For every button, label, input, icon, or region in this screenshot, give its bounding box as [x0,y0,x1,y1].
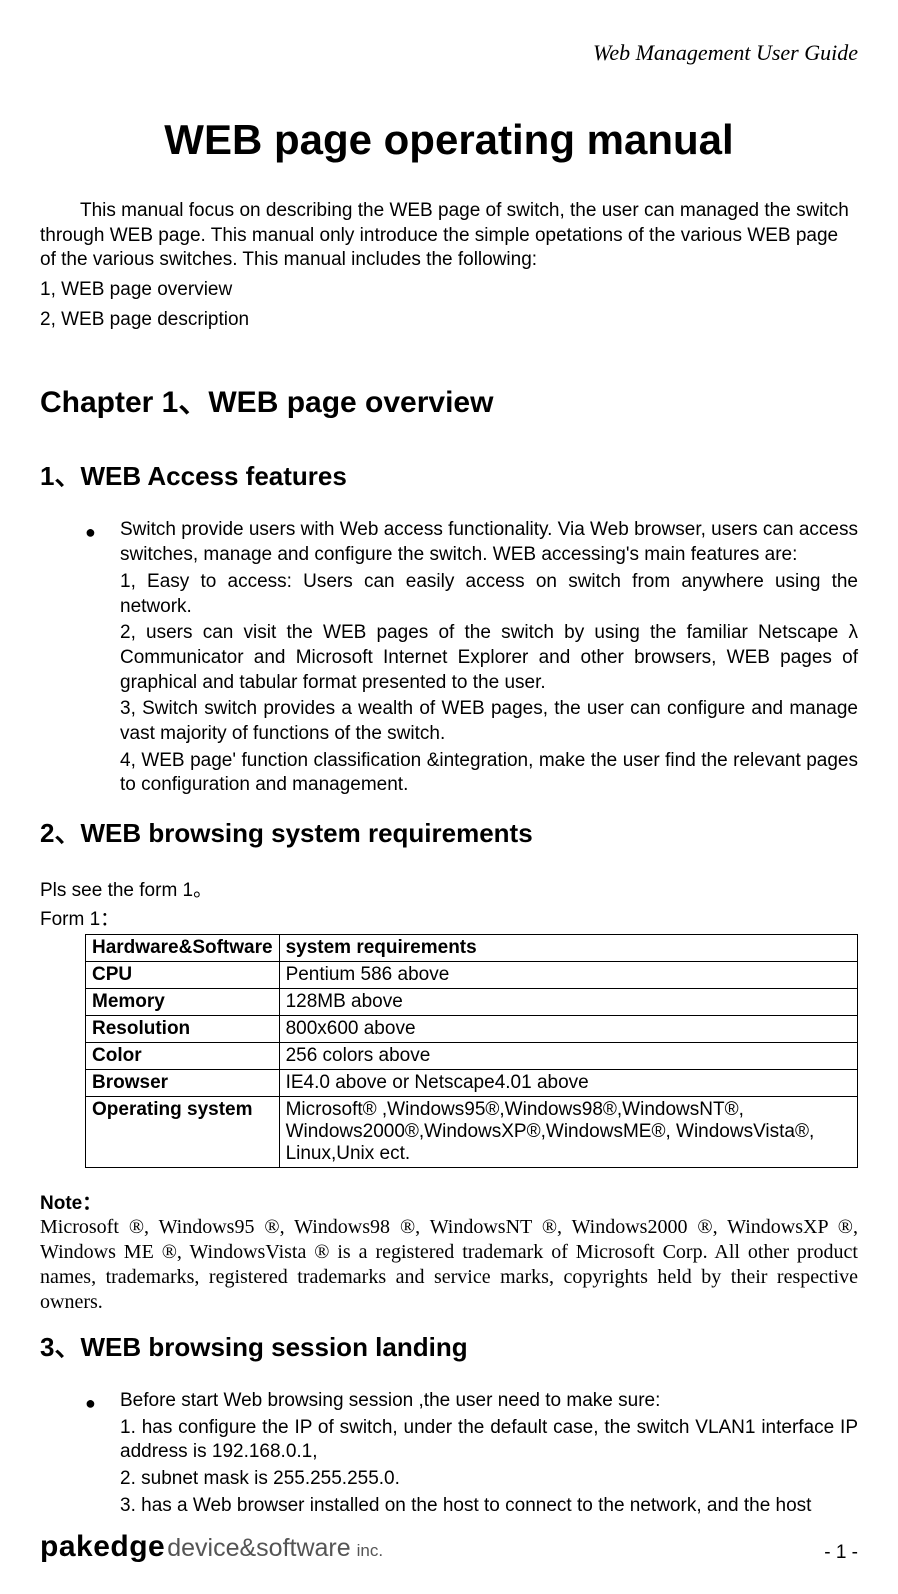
intro-item-1: 1, WEB page overview [40,278,858,303]
intro-item-2: 2, WEB page description [40,308,858,333]
section-1-point-2: 2, users can visit the WEB pages of the … [120,621,858,695]
section-2-title: 2、WEB browsing system requirements [40,813,858,850]
table-cell: 128MB above [279,989,857,1016]
section-1-title: 1、WEB Access features [40,456,858,493]
table-cell: Browser [86,1070,280,1097]
table-cell: 800x600 above [279,1016,857,1043]
brand-logo: pakedge device&software inc. [40,1530,383,1564]
logo-bold-text: pakedge [40,1530,165,1564]
form-intro-2: Form 1： [40,904,858,931]
bullet-icon: ● [85,521,96,544]
table-row: Browser IE4.0 above or Netscape4.01 abov… [86,1070,858,1097]
section-1-point-1: 1, Easy to access: Users can easily acce… [120,570,858,619]
section-3-lead: Before start Web browsing session ,the u… [120,1389,858,1414]
logo-light-text: device&software [167,1534,350,1563]
table-cell: Microsoft® ,Windows95®,Windows98®,Window… [279,1097,857,1168]
header-guide-title: Web Management User Guide [40,40,858,66]
table-cell: Pentium 586 above [279,962,857,989]
page: Web Management User Guide WEB page opera… [0,0,898,1594]
logo-inc-text: inc. [357,1541,383,1561]
section-3-title: 3、WEB browsing session landing [40,1327,858,1364]
table-row: CPU Pentium 586 above [86,962,858,989]
section-3-point-1: 1. has configure the IP of switch, under… [120,1416,858,1465]
intro-text: This manual focus on describing the WEB … [40,199,858,273]
table-row: Operating system Microsoft® ,Windows95®,… [86,1097,858,1168]
section-1-lead: Switch provide users with Web access fun… [120,518,858,567]
table-cell: Memory [86,989,280,1016]
section-1-bullet: ● Switch provide users with Web access f… [40,518,858,798]
section-3-point-2: 2. subnet mask is 255.255.255.0. [120,1467,858,1492]
table-row: Resolution 800x600 above [86,1016,858,1043]
section-1-point-3: 3, Switch switch provides a wealth of WE… [120,697,858,746]
table-cell: 256 colors above [279,1043,857,1070]
chapter-1-title: Chapter 1、WEB page overview [40,377,858,421]
table-cell: IE4.0 above or Netscape4.01 above [279,1070,857,1097]
intro-paragraph: This manual focus on describing the WEB … [40,199,858,273]
table-header-row: Hardware&Software system requirements [86,935,858,962]
bullet-icon: ● [85,1392,96,1415]
requirements-table: Hardware&Software system requirements CP… [85,934,858,1168]
table-header-hw: Hardware&Software [86,935,280,962]
table-cell: Color [86,1043,280,1070]
table-cell: Operating system [86,1097,280,1168]
form-intro-1: Pls see the form 1。 [40,875,858,902]
table-row: Memory 128MB above [86,989,858,1016]
note-label: Note： [40,1188,858,1215]
table-row: Color 256 colors above [86,1043,858,1070]
section-3-bullet: ● Before start Web browsing session ,the… [40,1389,858,1518]
page-number: - 1 - [824,1542,858,1564]
table-header-req: system requirements [279,935,857,962]
section-1-point-4: 4, WEB page' function classification &in… [120,749,858,798]
table-cell: CPU [86,962,280,989]
document-title: WEB page operating manual [40,116,858,164]
section-3-point-3: 3. has a Web browser installed on the ho… [120,1494,858,1519]
footer: pakedge device&software inc. - 1 - [40,1530,858,1564]
table-cell: Resolution [86,1016,280,1043]
note-body: Microsoft ®, Windows95 ®, Windows98 ®, W… [40,1215,858,1315]
